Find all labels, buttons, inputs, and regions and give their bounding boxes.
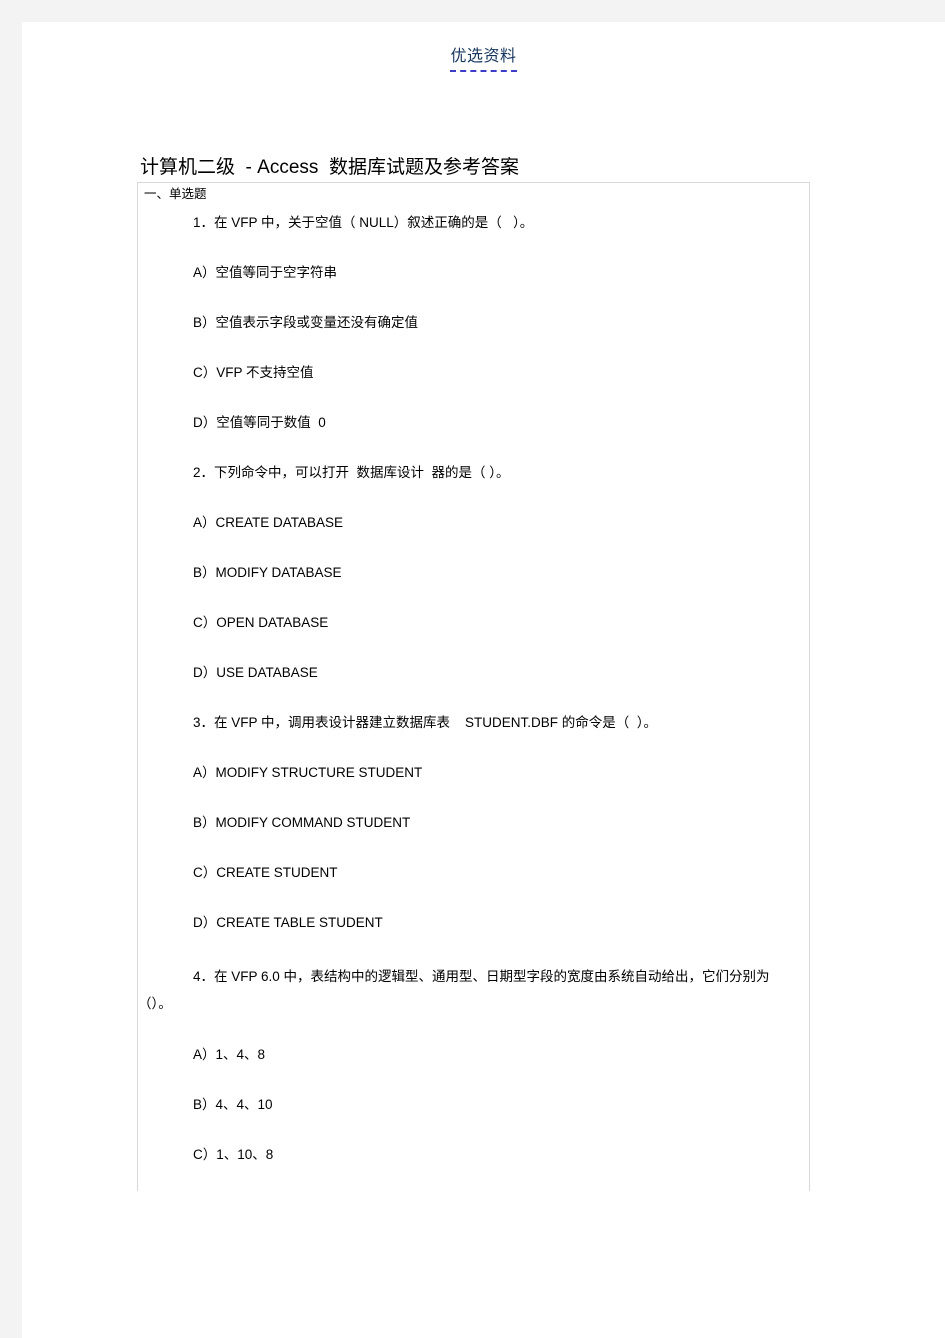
question-option[interactable]: C）CREATE STUDENT: [138, 863, 809, 882]
question-stem: 1．在 VFP 中，关于空值（ NULL）叙述正确的是（ ）。: [193, 215, 534, 230]
question-block: 1．在 VFP 中，关于空值（ NULL）叙述正确的是（ ）。 A）空值等同于空…: [138, 213, 809, 432]
question-option[interactable]: D）USE DATABASE: [138, 663, 809, 682]
question-option[interactable]: B）MODIFY DATABASE: [138, 563, 809, 582]
question-stem: 4．在 VFP 6.0 中，表结构中的逻辑型、通用型、日期型字段的宽度由系统自动…: [138, 969, 770, 1011]
question-option[interactable]: A）MODIFY STRUCTURE STUDENT: [138, 763, 809, 782]
watermark-text: 优选资料: [450, 46, 517, 72]
question-option[interactable]: A）空值等同于空字符串: [138, 263, 809, 282]
question-stem: 2．下列命令中，可以打开 数据库设计 器的是（ ）。: [193, 465, 510, 480]
question-option[interactable]: C）OPEN DATABASE: [138, 613, 809, 632]
question-option[interactable]: C）1、10、8: [138, 1145, 809, 1164]
question-option[interactable]: B）空值表示字段或变量还没有确定值: [138, 313, 809, 332]
question-option[interactable]: B）MODIFY COMMAND STUDENT: [138, 813, 809, 832]
section-heading-single-choice: 一、单选题: [144, 187, 207, 201]
page-title: 计算机二级 - Access 数据库试题及参考答案: [140, 157, 519, 178]
question-list: 1．在 VFP 中，关于空值（ NULL）叙述正确的是（ ）。 A）空值等同于空…: [138, 213, 809, 1191]
question-block: 4．在 VFP 6.0 中，表结构中的逻辑型、通用型、日期型字段的宽度由系统自动…: [138, 963, 809, 1164]
question-option[interactable]: A）1、4、8: [138, 1045, 809, 1064]
document-page: 优选资料 计算机二级 - Access 数据库试题及参考答案 一、单选题 1．在…: [22, 22, 945, 1338]
page-header: 优选资料: [22, 46, 945, 72]
question-block: 2．下列命令中，可以打开 数据库设计 器的是（ ）。 A）CREATE DATA…: [138, 463, 809, 682]
question-option[interactable]: A）CREATE DATABASE: [138, 513, 809, 532]
question-option[interactable]: B）4、4、10: [138, 1095, 809, 1114]
question-option[interactable]: D）CREATE TABLE STUDENT: [138, 913, 809, 932]
question-stem: 3．在 VFP 中，调用表设计器建立数据库表 STUDENT.DBF 的命令是（…: [193, 715, 658, 730]
question-option[interactable]: C）VFP 不支持空值: [138, 363, 809, 382]
question-block: 3．在 VFP 中，调用表设计器建立数据库表 STUDENT.DBF 的命令是（…: [138, 713, 809, 932]
exam-content-box: 一、单选题 1．在 VFP 中，关于空值（ NULL）叙述正确的是（ ）。 A）…: [137, 182, 810, 1191]
question-option[interactable]: D）空值等同于数值 0: [138, 413, 809, 432]
